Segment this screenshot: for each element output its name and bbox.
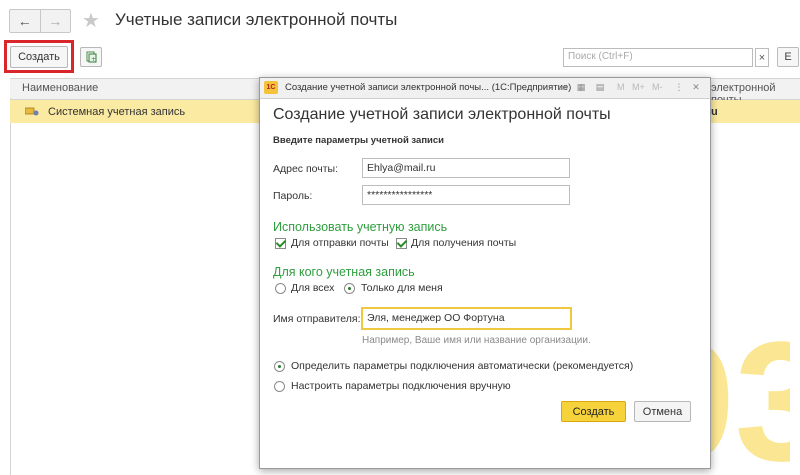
only-me-radio[interactable]	[344, 283, 355, 294]
copy-doc-icon: +	[86, 51, 96, 63]
row-email: u	[711, 106, 718, 118]
auto-params-radio[interactable]	[274, 361, 285, 372]
app-logo-icon: 1С	[264, 81, 278, 94]
email-field[interactable]: Ehlya@mail.ru	[362, 158, 570, 178]
send-mail-checkbox[interactable]	[275, 238, 286, 249]
dialog-subheading: Введите параметры учетной записи	[273, 135, 445, 146]
sender-hint: Например, Ваше имя или название организа…	[362, 335, 591, 346]
calendar-icon[interactable]: ▤	[594, 81, 606, 93]
svg-text:+: +	[91, 56, 96, 63]
sender-name-field[interactable]: Эля, менеджер ОО Фортуна	[361, 307, 572, 330]
dialog-window-title: Создание учетной записи электронной почы…	[285, 82, 572, 93]
manual-params-radio[interactable]	[274, 381, 285, 392]
receive-mail-checkbox[interactable]	[396, 238, 407, 249]
auto-params-label[interactable]: Определить параметры подключения автомат…	[291, 360, 633, 372]
for-all-radio[interactable]	[275, 283, 286, 294]
password-label: Пароль:	[273, 190, 313, 202]
cancel-button[interactable]: Отмена	[634, 401, 691, 422]
use-account-group-title: Использовать учетную запись	[273, 220, 448, 234]
search-clear-icon[interactable]: ×	[755, 48, 769, 67]
page-title: Учетные записи электронной почты	[115, 10, 398, 29]
manual-params-label[interactable]: Настроить параметры подключения вручную	[291, 380, 511, 392]
close-icon[interactable]: ✕	[690, 81, 702, 93]
nav-buttons: ← →	[9, 9, 71, 33]
receive-mail-label[interactable]: Для получения почты	[411, 237, 516, 249]
arrow-left-icon: ←	[17, 13, 32, 29]
m-minus-button[interactable]: M-	[652, 82, 663, 92]
create-account-button[interactable]: Создать	[561, 401, 626, 422]
arrow-right-icon: →	[48, 13, 63, 29]
more-menu-icon[interactable]: ⋮	[673, 81, 685, 93]
create-button[interactable]: Создать	[10, 46, 68, 68]
list-border	[10, 98, 11, 475]
forward-button[interactable]: →	[39, 10, 71, 32]
table-icon[interactable]: ▦	[575, 81, 587, 93]
dialog-heading: Создание учетной записи электронной почт…	[273, 106, 611, 123]
row-name: Системная учетная запись	[48, 106, 186, 118]
only-me-label[interactable]: Только для меня	[361, 282, 443, 294]
whom-group-title: Для кого учетная запись	[273, 265, 415, 279]
favorite-star-icon[interactable]: ★	[82, 8, 100, 33]
send-mail-label[interactable]: Для отправки почты	[291, 237, 389, 249]
link-icon[interactable]: ▭	[557, 81, 569, 93]
sender-name-label: Имя отправителя:	[273, 313, 361, 325]
m-button[interactable]: M	[617, 82, 625, 92]
more-button[interactable]: Е	[777, 47, 799, 67]
m-plus-button[interactable]: M+	[632, 82, 645, 92]
email-label: Адрес почты:	[273, 163, 339, 175]
password-field[interactable]: ****************	[362, 185, 570, 205]
for-all-label[interactable]: Для всех	[291, 282, 334, 294]
search-input[interactable]: Поиск (Ctrl+F)	[563, 48, 753, 67]
column-header-name[interactable]: Наименование	[22, 82, 98, 94]
account-icon	[25, 107, 39, 116]
copy-button[interactable]: +	[80, 47, 102, 67]
back-button[interactable]: ←	[10, 10, 40, 32]
